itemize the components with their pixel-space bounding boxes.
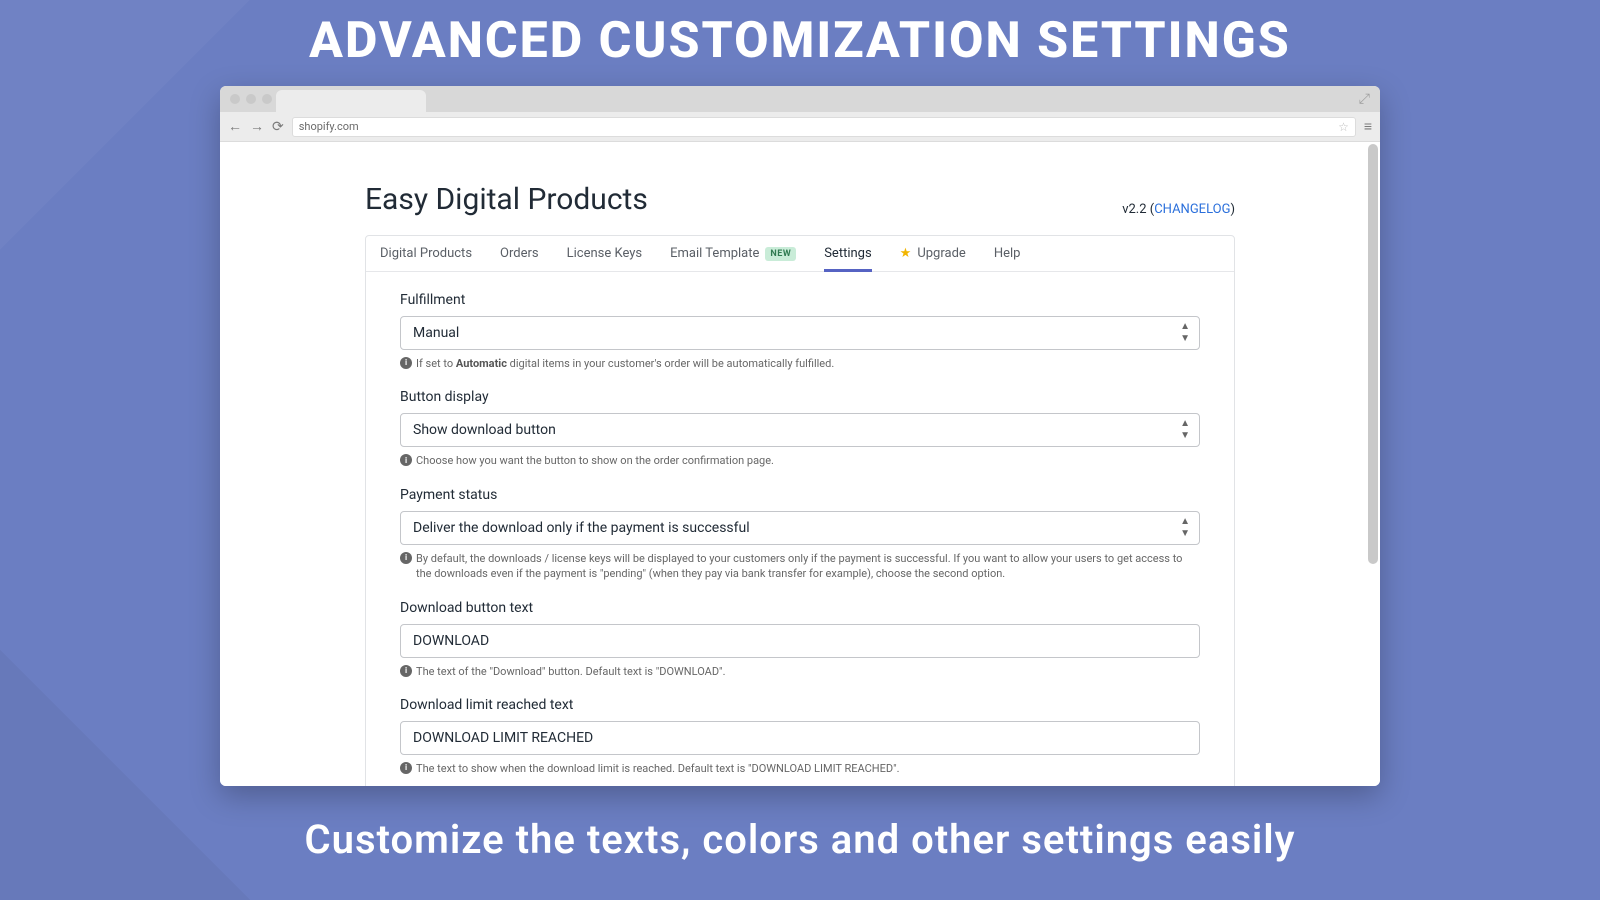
download-limit-reached-input[interactable] [400, 721, 1200, 755]
helper-download-limit-reached: i The text to show when the download lim… [400, 761, 1200, 776]
zoom-icon[interactable] [262, 94, 272, 104]
helper-button-display: i Choose how you want the button to show… [400, 453, 1200, 468]
label-payment-status: Payment status [400, 487, 1200, 503]
tab-digital-products[interactable]: Digital Products [380, 236, 472, 271]
forward-icon[interactable]: → [250, 120, 264, 134]
browser-frame: ⤢ ← → ⟳ shopify.com ☆ ≡ Easy Digital Pro… [220, 86, 1380, 786]
helper-payment-status: i By default, the downloads / license ke… [400, 551, 1200, 582]
helper-text: The text to show when the download limit… [416, 761, 900, 776]
tab-upgrade[interactable]: ★ Upgrade [900, 236, 966, 271]
tab-settings[interactable]: Settings [824, 236, 871, 271]
helper-text: If set to [416, 357, 456, 370]
marketing-subheadline: Customize the texts, colors and other se… [304, 816, 1295, 863]
tab-help[interactable]: Help [994, 236, 1021, 271]
bookmark-icon[interactable]: ☆ [1338, 120, 1349, 134]
url-input[interactable]: shopify.com ☆ [292, 117, 1356, 137]
tab-email-template[interactable]: Email Template NEW [670, 236, 796, 271]
tab-orders[interactable]: Orders [500, 236, 539, 271]
window-controls [230, 94, 272, 104]
settings-form: Fulfillment Manual ▲▼ i If set to Automa… [366, 272, 1234, 786]
payment-status-select[interactable]: Deliver the download only if the payment… [400, 511, 1200, 545]
info-icon: i [400, 762, 412, 774]
field-download-button-text: Download button text i The text of the "… [400, 600, 1200, 679]
tab-upgrade-label: Upgrade [917, 246, 965, 261]
settings-card: Digital Products Orders License Keys Ema… [365, 235, 1235, 786]
page-title: Easy Digital Products [365, 182, 648, 217]
helper-text: By default, the downloads / license keys… [416, 551, 1200, 582]
star-icon: ★ [900, 246, 912, 261]
version-label: v2.2 (CHANGELOG) [1122, 202, 1235, 217]
browser-tab[interactable] [276, 90, 426, 112]
field-payment-status: Payment status Deliver the download only… [400, 487, 1200, 582]
label-fulfillment: Fulfillment [400, 292, 1200, 308]
url-text: shopify.com [299, 120, 359, 133]
menu-icon[interactable]: ≡ [1364, 120, 1372, 134]
button-display-select[interactable]: Show download button [400, 413, 1200, 447]
info-icon: i [400, 357, 412, 369]
helper-text: digital items in your customer's order w… [507, 357, 834, 370]
info-icon: i [400, 665, 412, 677]
helper-text: The text of the "Download" button. Defau… [416, 664, 725, 679]
minimize-icon[interactable] [246, 94, 256, 104]
info-icon: i [400, 454, 412, 466]
label-download-button-text: Download button text [400, 600, 1200, 616]
download-button-text-input[interactable] [400, 624, 1200, 658]
label-download-limit-reached: Download limit reached text [400, 697, 1200, 713]
fulfillment-select[interactable]: Manual [400, 316, 1200, 350]
helper-bold: Automatic [456, 357, 507, 370]
tab-license-keys[interactable]: License Keys [567, 236, 643, 271]
new-badge: NEW [765, 247, 796, 261]
page-viewport: Easy Digital Products v2.2 (CHANGELOG) D… [220, 142, 1380, 786]
helper-fulfillment: i If set to Automatic digital items in y… [400, 356, 1200, 371]
reload-icon[interactable]: ⟳ [272, 120, 284, 134]
close-icon[interactable] [230, 94, 240, 104]
version-prefix: v2.2 ( [1122, 202, 1154, 217]
expand-icon[interactable]: ⤢ [1359, 91, 1370, 107]
info-icon: i [400, 552, 412, 564]
scrollbar[interactable] [1368, 144, 1378, 564]
version-suffix: ) [1230, 202, 1235, 217]
tabs: Digital Products Orders License Keys Ema… [366, 236, 1234, 272]
url-bar: ← → ⟳ shopify.com ☆ ≡ [220, 112, 1380, 142]
helper-text: Choose how you want the button to show o… [416, 453, 774, 468]
marketing-headline: ADVANCED CUSTOMIZATION SETTINGS [309, 12, 1291, 70]
field-download-limit-reached: Download limit reached text i The text t… [400, 697, 1200, 776]
field-fulfillment: Fulfillment Manual ▲▼ i If set to Automa… [400, 292, 1200, 371]
changelog-link[interactable]: CHANGELOG [1154, 202, 1230, 217]
back-icon[interactable]: ← [228, 120, 242, 134]
helper-download-button-text: i The text of the "Download" button. Def… [400, 664, 1200, 679]
browser-tab-strip: ⤢ [220, 86, 1380, 112]
field-button-display: Button display Show download button ▲▼ i… [400, 389, 1200, 468]
tab-email-template-label: Email Template [670, 246, 759, 261]
label-button-display: Button display [400, 389, 1200, 405]
